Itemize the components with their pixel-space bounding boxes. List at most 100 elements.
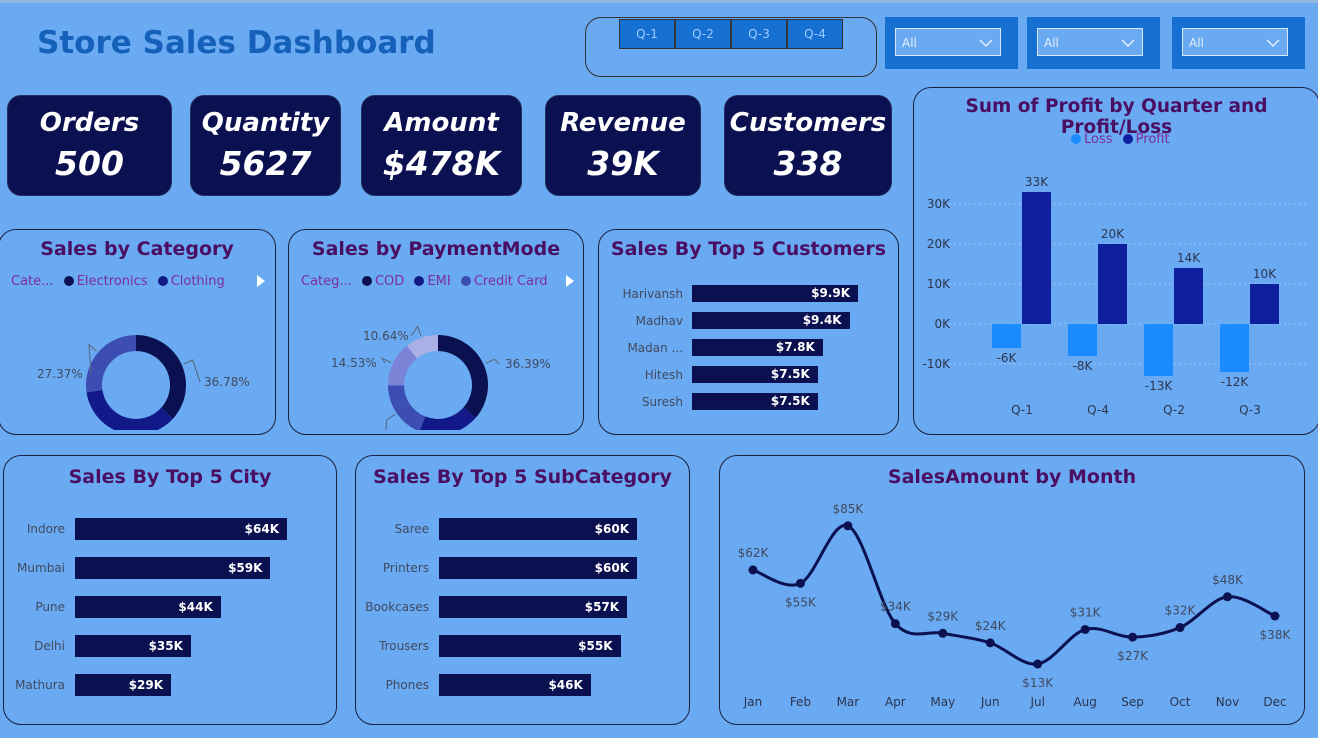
- x-tick-label: Oct: [1170, 695, 1191, 709]
- profit-bar[interactable]: [1098, 244, 1127, 324]
- line-point[interactable]: [938, 628, 948, 638]
- donut-slice[interactable]: [136, 335, 186, 419]
- line-point[interactable]: [1223, 592, 1232, 602]
- category-legend: Cate... Electronics Clothing: [11, 274, 225, 289]
- bar-category-label: Phones: [385, 678, 429, 692]
- filter-dropdown-1[interactable]: All: [885, 17, 1018, 69]
- bar-with-label[interactable]: $35K: [75, 635, 191, 657]
- kpi-label: Customers: [729, 108, 887, 138]
- kpi-label: Revenue: [560, 108, 686, 138]
- x-tick-label: Jul: [1029, 695, 1044, 709]
- page-title: Store Sales Dashboard: [37, 25, 436, 61]
- donut-slice[interactable]: [388, 385, 426, 430]
- donut-data-label: 10.64%: [363, 329, 409, 343]
- quarter-button-q4[interactable]: Q-4: [787, 19, 843, 49]
- card-title: Sales By Top 5 City: [68, 466, 272, 488]
- x-tick-label: Mar: [837, 695, 860, 709]
- point-data-label: $31K: [1070, 605, 1102, 619]
- donut-slice[interactable]: [86, 335, 136, 393]
- bar-with-label[interactable]: $59K: [75, 557, 271, 579]
- x-tick-label: Jun: [980, 695, 1000, 709]
- legend-item: EMI: [427, 274, 451, 289]
- bar-with-label[interactable]: $9.9K: [692, 285, 858, 302]
- legend-dot: [414, 276, 425, 286]
- profit-bar[interactable]: [1174, 268, 1203, 324]
- bar-with-label[interactable]: $46K: [439, 674, 591, 696]
- line-point[interactable]: [1080, 624, 1090, 634]
- legend-item: Electronics: [76, 274, 148, 289]
- kpi-value: $478K: [382, 144, 501, 183]
- bar-category-label: Trousers: [378, 639, 429, 653]
- profit-bar[interactable]: [1144, 324, 1173, 376]
- line-point[interactable]: [748, 565, 758, 575]
- card-title: Sales By Top 5 SubCategory: [373, 466, 672, 488]
- bar-with-label[interactable]: $9.4K: [692, 312, 850, 329]
- card-title: SalesAmount by Month: [887, 466, 1137, 488]
- bar-with-label[interactable]: $7.5K: [692, 366, 818, 383]
- legend-next-arrow-icon[interactable]: [256, 274, 266, 288]
- bar-category-label: Madan ...: [627, 340, 683, 355]
- bar-data-label: -13K: [1145, 379, 1174, 393]
- point-data-label: $85K: [833, 502, 865, 516]
- bar-with-label[interactable]: $57K: [439, 596, 628, 618]
- legend-dot: [1071, 134, 1081, 144]
- donut-slice[interactable]: [86, 390, 173, 430]
- bar-with-label[interactable]: $7.8K: [692, 339, 823, 356]
- chevron-down-icon: [1121, 39, 1135, 48]
- bar-with-label[interactable]: $7.5K: [692, 393, 818, 410]
- profit-bar[interactable]: [1220, 324, 1249, 372]
- bar-with-label[interactable]: $60K: [439, 557, 637, 579]
- x-tick-label: Feb: [790, 695, 811, 709]
- customers-card: Sales By Top 5 Customers Harivansh $9.9K M…: [598, 229, 899, 435]
- line-point[interactable]: [1033, 659, 1043, 669]
- x-tick-label: Dec: [1263, 695, 1286, 709]
- bar-with-label[interactable]: $60K: [439, 518, 637, 540]
- bar-category-label: Hitesh: [644, 367, 683, 382]
- bar-data-label: 33K: [1025, 175, 1049, 189]
- line-point[interactable]: [890, 619, 900, 629]
- legend-next-arrow-icon[interactable]: [565, 274, 575, 288]
- filter-dropdown-2[interactable]: All: [1027, 17, 1160, 69]
- bar-with-label[interactable]: $64K: [75, 518, 287, 540]
- legend-dot: [361, 276, 372, 286]
- legend-item: COD: [374, 274, 405, 289]
- y-tick-label: 10K: [927, 277, 951, 291]
- line-point[interactable]: [843, 521, 853, 531]
- line-point[interactable]: [1175, 623, 1185, 633]
- city-card: Sales By Top 5 City Indore $64K Mumbai $59K…: [3, 455, 337, 725]
- quarter-button-q1[interactable]: Q-1: [619, 19, 675, 49]
- filter-dropdown-3[interactable]: All: [1172, 17, 1305, 69]
- line-point[interactable]: [1270, 611, 1280, 621]
- point-data-label: $38K: [1260, 628, 1292, 642]
- donut-slice[interactable]: [419, 407, 476, 430]
- bar-with-label[interactable]: $55K: [439, 635, 621, 657]
- line-point[interactable]: [1128, 632, 1138, 642]
- y-tick-label: 30K: [927, 197, 951, 211]
- profit-bar[interactable]: [1022, 192, 1051, 324]
- profit-bar[interactable]: [1250, 284, 1279, 324]
- donut-data-label: 36.78%: [204, 375, 250, 389]
- bar-category-label: Mathura: [15, 678, 65, 692]
- kpi-label: Orders: [39, 108, 140, 138]
- leader-line: [410, 325, 422, 337]
- profit-bar[interactable]: [992, 324, 1021, 348]
- donut-slice[interactable]: [438, 335, 488, 418]
- bar-data-label: 14K: [1177, 251, 1201, 265]
- point-data-label: $27K: [1117, 649, 1149, 663]
- quarter-button-q3[interactable]: Q-3: [731, 19, 787, 49]
- bar-with-label[interactable]: $29K: [75, 674, 172, 696]
- x-tick-label: May: [930, 695, 955, 709]
- bar-category-label: Suresh: [641, 394, 683, 409]
- dropdown-value: All: [902, 36, 917, 50]
- kpi-amount: Amount $478K: [361, 95, 522, 196]
- kpi-quantity: Quantity 5627: [190, 95, 341, 196]
- card-title: Sales by Category: [40, 238, 234, 260]
- quarter-button-q2[interactable]: Q-2: [675, 19, 731, 49]
- legend-dot: [157, 276, 168, 286]
- bar-with-label[interactable]: $44K: [75, 596, 221, 618]
- x-tick-label: Apr: [885, 695, 906, 709]
- bar-category-label: Harivansh: [622, 286, 683, 301]
- line-point[interactable]: [985, 638, 995, 648]
- line-point[interactable]: [795, 578, 805, 588]
- profit-bar[interactable]: [1068, 324, 1097, 356]
